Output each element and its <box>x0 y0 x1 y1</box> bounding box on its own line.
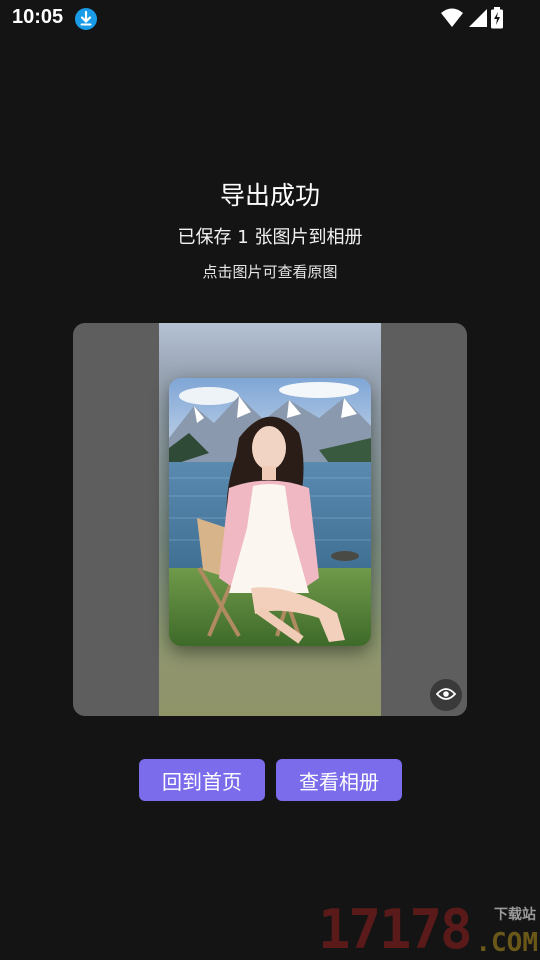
back-to-home-button[interactable]: 回到首页 <box>139 759 265 801</box>
watermark: 17178 下载站 .COM <box>318 900 540 960</box>
view-original-hint: 点击图片可查看原图 <box>202 263 338 281</box>
battery-charging-icon <box>490 7 504 29</box>
system-icons <box>440 7 503 29</box>
save-status-text: 已保存 1 张图片到相册 <box>177 227 363 248</box>
watermark-number: 17178 <box>318 898 473 960</box>
view-album-button[interactable]: 查看相册 <box>276 759 402 801</box>
signal-icon <box>466 7 488 29</box>
wifi-icon <box>440 7 464 29</box>
status-time: 10:05 <box>12 6 64 28</box>
watermark-domain: .COM <box>475 928 538 958</box>
view-original-button[interactable] <box>430 679 462 711</box>
image-preview-panel[interactable] <box>73 323 467 716</box>
exported-photo[interactable] <box>169 378 371 646</box>
download-icon <box>74 7 98 31</box>
watermark-tag: 下载站 <box>494 907 536 923</box>
eye-icon <box>435 686 457 705</box>
page-title: 导出成功 <box>219 181 320 210</box>
status-bar: 10:05 <box>0 0 540 38</box>
